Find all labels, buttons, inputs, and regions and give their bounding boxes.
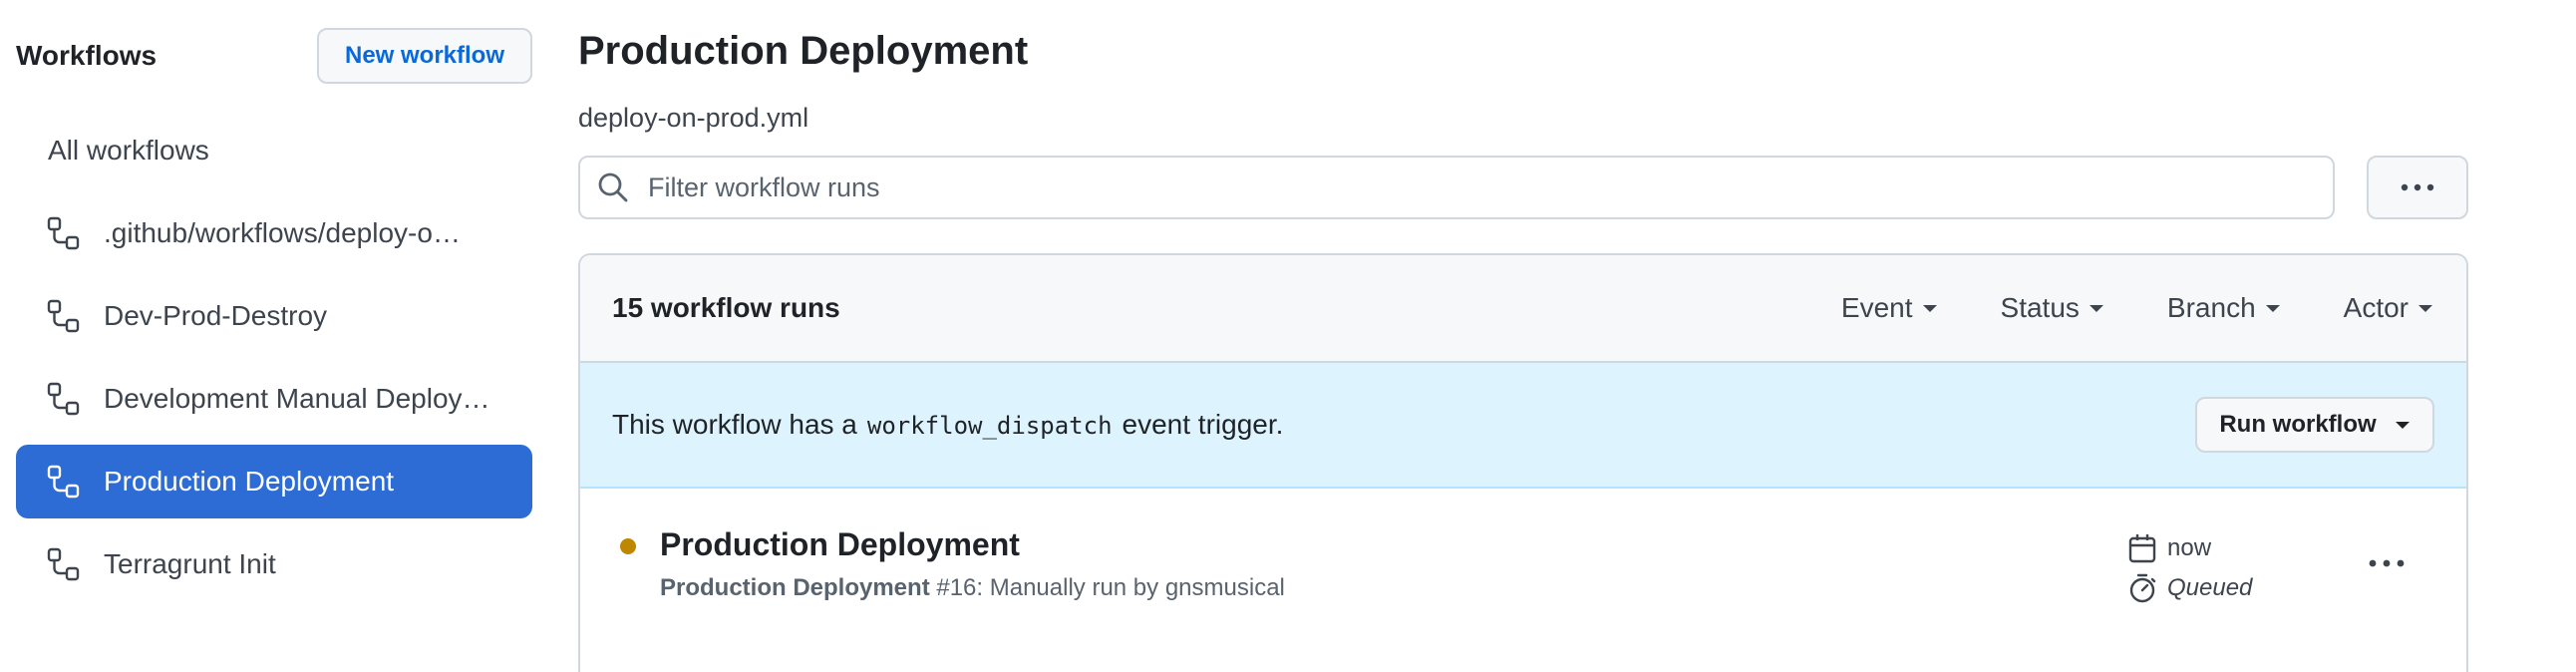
runs-count: 15 workflow runs — [612, 292, 840, 323]
sidebar-item-label: Terragrunt Init — [104, 548, 276, 579]
filter-menu-label: Event — [1840, 292, 1913, 323]
more-options-button[interactable] — [2367, 156, 2468, 219]
sidebar-item-all-workflows[interactable]: All workflows — [16, 114, 532, 187]
filter-menu-label: Status — [2000, 292, 2080, 323]
workflow-icon — [47, 547, 80, 581]
runs-header: 15 workflow runs Event Status Branch Act… — [580, 255, 2466, 363]
dispatch-code: workflow_dispatch — [866, 412, 1113, 440]
filter-menu-label: Actor — [2343, 292, 2409, 323]
filter-menu-label: Branch — [2166, 292, 2256, 323]
new-workflow-button[interactable]: New workflow — [317, 28, 532, 84]
filter-workflow-runs-input[interactable]: Filter workflow runs — [578, 156, 2335, 219]
sidebar-header: Workflows New workflow — [16, 28, 532, 84]
caret-down-icon — [2395, 422, 2410, 429]
kebab-horizontal-icon — [2369, 559, 2405, 567]
workflow-runs-box: 15 workflow runs Event Status Branch Act… — [578, 253, 2468, 672]
search-icon — [598, 172, 628, 202]
workflow-file-link[interactable]: deploy-on-prod.yml — [578, 102, 2472, 134]
sidebar-item-production-deployment[interactable]: Production Deployment — [16, 445, 532, 518]
kebab-horizontal-icon — [2401, 183, 2434, 191]
status-filter-menu[interactable]: Status — [2001, 292, 2105, 324]
run-meta-text: #16: Manually run by gnsmusical — [936, 574, 1285, 601]
stopwatch-icon — [2129, 573, 2156, 603]
sidebar-item-label: All workflows — [48, 135, 209, 166]
page-title: Production Deployment — [578, 29, 1029, 73]
run-workflow-button[interactable]: Run workflow — [2195, 397, 2434, 453]
calendar-icon — [2128, 534, 2156, 563]
search-placeholder: Filter workflow runs — [648, 171, 880, 202]
run-more-button[interactable] — [2363, 548, 2411, 578]
workflow-dispatch-banner: This workflow has a workflow_dispatch even… — [580, 363, 2466, 489]
queued-status-dot — [620, 538, 636, 554]
sidebar-title: Workflows — [16, 40, 158, 71]
actor-filter-menu[interactable]: Actor — [2344, 292, 2434, 324]
workflows-sidebar: Workflows New workflow All workflows .gi… — [16, 28, 532, 610]
sidebar-item-dev-prod-destroy[interactable]: Dev-Prod-Destroy — [16, 279, 532, 353]
sidebar-item-label: Development Manual Deployment — [104, 383, 502, 414]
dispatch-text-before: This workflow has a — [612, 409, 857, 440]
caret-down-icon — [1922, 305, 1937, 312]
sidebar-item-deploy-on-dev[interactable]: .github/workflows/deploy-on-dev.yml — [16, 196, 532, 270]
run-status: Queued — [2127, 568, 2287, 608]
caret-down-icon — [2089, 305, 2103, 312]
run-timing: now Queued — [2127, 528, 2287, 608]
workflow-run-row[interactable]: Production Deployment Production Deploym… — [580, 489, 2466, 668]
workflow-icon — [47, 382, 80, 416]
branch-filter-menu[interactable]: Branch — [2167, 292, 2282, 324]
dispatch-text-after: event trigger. — [1122, 409, 1284, 440]
sidebar-item-terragrunt-init[interactable]: Terragrunt Init — [16, 527, 532, 601]
sidebar-item-development-manual-deployment[interactable]: Development Manual Deployment — [16, 362, 532, 436]
caret-down-icon — [2418, 305, 2432, 312]
sidebar-item-label: Dev-Prod-Destroy — [104, 300, 328, 331]
run-workflow-name: Production Deployment — [660, 574, 930, 601]
run-time: now — [2127, 528, 2287, 568]
run-time-label: now — [2167, 534, 2212, 561]
workflow-icon — [47, 299, 80, 333]
sidebar-item-label: .github/workflows/deploy-on-dev.yml — [104, 217, 473, 248]
filter-row: Filter workflow runs — [578, 156, 2472, 219]
dispatch-message: This workflow has a workflow_dispatch even… — [612, 409, 2195, 441]
workflow-icon — [47, 216, 80, 250]
run-status-label: Queued — [2167, 574, 2253, 601]
event-filter-menu[interactable]: Event — [1841, 292, 1939, 324]
workflow-icon — [47, 465, 80, 499]
sidebar-item-label: Production Deployment — [104, 466, 395, 497]
workflow-main: Production Deployment deploy-on-prod.yml… — [578, 24, 2472, 672]
caret-down-icon — [2265, 305, 2280, 312]
run-workflow-label: Run workflow — [2219, 411, 2377, 438]
